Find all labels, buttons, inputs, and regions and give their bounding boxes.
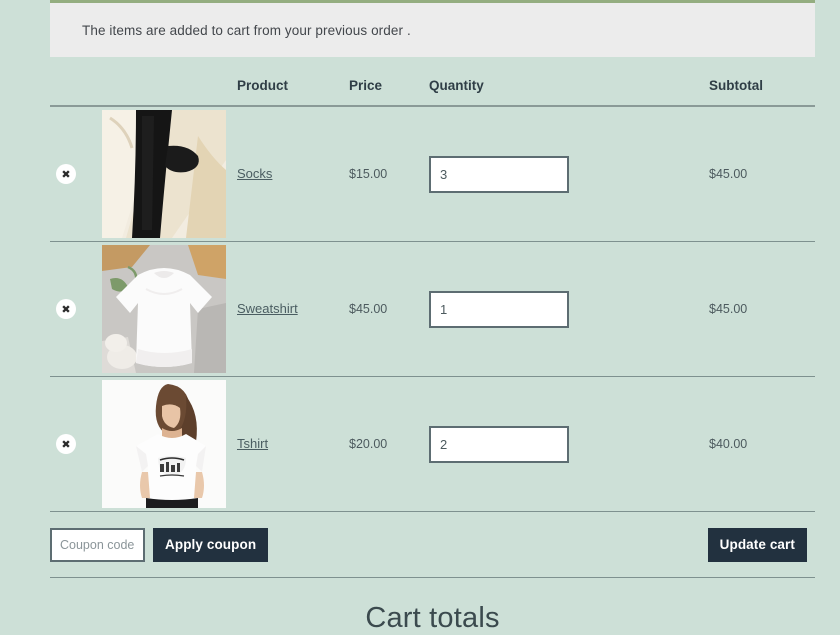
cell-price: $45.00	[349, 241, 429, 377]
cell-remove: ✖	[50, 376, 102, 512]
cell-quantity	[429, 376, 709, 512]
remove-item-button[interactable]: ✖	[56, 299, 76, 319]
header-quantity: Quantity	[429, 78, 709, 107]
cell-subtotal: $40.00	[709, 376, 815, 512]
header-subtotal: Subtotal	[709, 78, 815, 107]
cart-header-row: Product Price Quantity Subtotal	[50, 78, 815, 107]
cell-thumbnail	[102, 106, 237, 242]
coupon-code-input[interactable]	[50, 527, 145, 562]
cart-notice-text: The items are added to cart from your pr…	[82, 22, 411, 38]
cart-container: The items are added to cart from your pr…	[50, 0, 815, 635]
product-thumbnail-link[interactable]	[102, 380, 226, 508]
cell-price: $15.00	[349, 106, 429, 242]
cart-table-head: Product Price Quantity Subtotal	[50, 78, 815, 107]
close-icon: ✖	[61, 167, 71, 181]
cart-actions-row: Apply coupon Update cart	[50, 512, 815, 578]
table-row: ✖	[50, 376, 815, 512]
cell-quantity	[429, 106, 709, 242]
cell-quantity	[429, 241, 709, 377]
close-icon: ✖	[61, 302, 71, 316]
product-name-link[interactable]: Socks	[237, 166, 272, 181]
cell-subtotal: $45.00	[709, 106, 815, 242]
quantity-input[interactable]	[429, 425, 569, 463]
cell-product-name: Sweatshirt	[237, 241, 349, 377]
product-thumbnail-link[interactable]	[102, 245, 226, 373]
cell-thumbnail	[102, 241, 237, 377]
cell-price: $20.00	[349, 376, 429, 512]
cell-remove: ✖	[50, 106, 102, 242]
header-product: Product	[237, 78, 349, 107]
header-remove	[50, 78, 102, 107]
apply-coupon-button[interactable]: Apply coupon	[153, 527, 269, 562]
socks-thumbnail-image	[102, 110, 226, 238]
header-price: Price	[349, 78, 429, 107]
remove-item-button[interactable]: ✖	[56, 434, 76, 454]
sweatshirt-thumbnail-image	[102, 245, 226, 373]
product-name-link[interactable]: Sweatshirt	[237, 301, 298, 316]
remove-item-button[interactable]: ✖	[56, 164, 76, 184]
cart-notice: The items are added to cart from your pr…	[50, 0, 815, 57]
quantity-input[interactable]	[429, 155, 569, 193]
cell-subtotal: $45.00	[709, 241, 815, 377]
product-name-link[interactable]: Tshirt	[237, 436, 268, 451]
product-thumbnail-link[interactable]	[102, 110, 226, 238]
cart-table-body: ✖ Socks $15.00 3 $45.00 ✖ Sweatshirt $45…	[50, 106, 815, 512]
cart-table: Product Price Quantity Subtotal ✖ Socks …	[50, 78, 815, 512]
cell-product-name: Socks	[237, 106, 349, 242]
cart-page: The items are added to cart from your pr…	[0, 0, 840, 634]
cell-thumbnail	[102, 376, 237, 512]
cart-totals-heading: Cart totals	[365, 602, 500, 634]
header-thumbnail	[102, 78, 237, 107]
tshirt-thumbnail-image	[102, 380, 226, 508]
close-icon: ✖	[61, 437, 71, 451]
cell-remove: ✖	[50, 241, 102, 377]
table-row: ✖	[50, 241, 815, 377]
update-cart-button[interactable]: Update cart	[707, 527, 807, 562]
cell-product-name: Tshirt	[237, 376, 349, 512]
quantity-input[interactable]	[429, 290, 569, 328]
table-row: ✖	[50, 106, 815, 242]
